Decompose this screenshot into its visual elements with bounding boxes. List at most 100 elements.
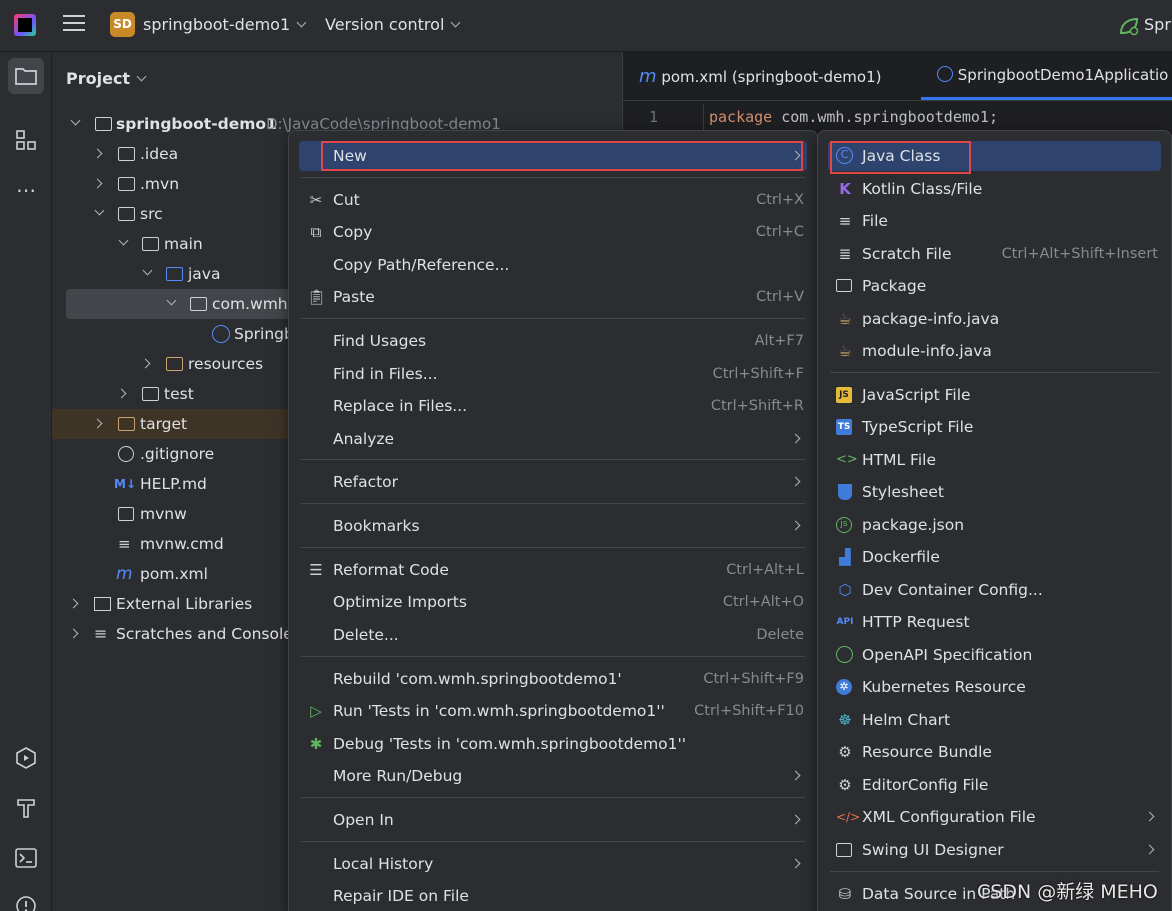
scissors-icon: ✂ [309, 191, 323, 209]
tree-item-label: src [140, 205, 163, 223]
structure-icon[interactable] [8, 122, 44, 158]
tree-item-label: resources [188, 355, 264, 373]
intellij-logo-icon[interactable] [14, 14, 36, 36]
submenu-item-swing-ui[interactable]: Swing UI Designer [828, 835, 1161, 865]
tree-item-label: mvnw [140, 505, 187, 523]
menu-item-label: Cut [333, 191, 360, 209]
folder-icon [118, 147, 135, 161]
menu-item-optimize-imports[interactable]: Optimize Imports Ctrl+Alt+O [299, 587, 807, 617]
submenu-item-kubernetes[interactable]: ✲ Kubernetes Resource [828, 672, 1161, 702]
menu-item-repair-ide[interactable]: Repair IDE on File [299, 881, 807, 911]
tree-item-label: com.wmh. [212, 295, 293, 313]
submenu-item-package-json[interactable]: js package.json [828, 510, 1161, 540]
submenu-item-javascript[interactable]: JS JavaScript File [828, 380, 1161, 410]
submenu-item-html[interactable]: <> HTML File [828, 445, 1161, 475]
submenu-item-editorconfig[interactable]: ⚙ EditorConfig File [828, 770, 1161, 800]
code-line[interactable]: package com.wmh.springbootdemo1; [709, 108, 998, 126]
menu-item-label: HTTP Request [862, 613, 970, 631]
submenu-item-dev-container[interactable]: ⬡ Dev Container Config... [828, 575, 1161, 605]
vcs-menu[interactable]: Version control [325, 15, 461, 34]
build-hammer-icon[interactable] [8, 790, 44, 826]
menu-item-more-run-debug[interactable]: More Run/Debug [299, 761, 807, 791]
chevron-right-icon [140, 358, 151, 369]
scratches-icon: ≡ [94, 624, 108, 643]
terminal-icon[interactable] [8, 840, 44, 876]
more-tools-icon[interactable]: ⋯ [8, 172, 44, 208]
menu-item-find-usages[interactable]: Find Usages Alt+F7 [299, 326, 807, 356]
project-badge[interactable]: SD [110, 12, 135, 37]
openapi-icon [836, 646, 853, 663]
menu-item-label: EditorConfig File [862, 776, 989, 794]
menu-item-label: Debug 'Tests in 'com.wmh.springbootdemo1… [333, 735, 687, 753]
menu-item-copy-path[interactable]: Copy Path/Reference... [299, 250, 807, 280]
menu-item-label: Dev Container Config... [862, 581, 1043, 599]
tab-label: SpringbootDemo1Applicatio [957, 66, 1169, 84]
tab-application[interactable]: SpringbootDemo1Applicatio [937, 66, 1168, 84]
chevron-right-icon [92, 148, 103, 159]
menu-item-shortcut: Ctrl+Shift+R [710, 398, 804, 414]
submenu-item-scratch-file[interactable]: ≣ Scratch File Ctrl+Alt+Shift+Insert [828, 239, 1161, 269]
run-config-label[interactable]: Spri [1144, 15, 1172, 34]
submenu-item-openapi[interactable]: OpenAPI Specification [828, 640, 1161, 670]
services-icon[interactable] [8, 740, 44, 776]
api-icon: API [836, 617, 854, 627]
module-folder-icon [95, 117, 112, 131]
menu-item-debug-tests[interactable]: ✱ Debug 'Tests in 'com.wmh.springbootdemo… [299, 729, 807, 759]
database-icon: ⛁ [838, 885, 852, 903]
menu-item-cut[interactable]: ✂ Cut Ctrl+X [299, 185, 807, 215]
main-menu-icon[interactable] [63, 15, 85, 35]
submenu-item-module-info[interactable]: ☕︎ module-info.java [828, 336, 1161, 366]
project-tool-button[interactable] [8, 58, 44, 94]
menu-item-label: Delete... [333, 626, 399, 644]
submenu-item-package-info[interactable]: ☕︎ package-info.java [828, 304, 1161, 334]
menu-item-label: XML Configuration File [862, 808, 1036, 826]
menu-item-open-in[interactable]: Open In [299, 805, 807, 835]
menu-item-shortcut: Ctrl+Alt+Shift+Insert [1001, 246, 1158, 262]
spring-leaf-icon[interactable] [1118, 16, 1140, 36]
tree-item-label: Springb [234, 325, 294, 343]
tree-item-label: External Libraries [116, 595, 253, 613]
submenu-item-package[interactable]: Package [828, 271, 1161, 301]
menu-item-local-history[interactable]: Local History [299, 849, 807, 879]
reformat-icon: ☰ [309, 561, 323, 579]
menu-separator [301, 841, 805, 842]
submenu-item-dockerfile[interactable]: ▟ Dockerfile [828, 542, 1161, 572]
project-switcher[interactable]: springboot-demo1 [143, 15, 307, 34]
menu-item-paste[interactable]: 📋︎ Paste Ctrl+V [299, 282, 807, 312]
tab-pom-xml[interactable]: m pom.xml (springboot-demo1) [639, 66, 882, 87]
menu-item-analyze[interactable]: Analyze [299, 424, 807, 454]
chevron-right-icon [68, 628, 79, 639]
menu-item-label: Copy [333, 223, 373, 241]
chevron-right-icon [790, 476, 801, 487]
submenu-item-typescript[interactable]: TS TypeScript File [828, 412, 1161, 442]
tree-item-target[interactable]: target [52, 409, 288, 439]
submenu-item-resource-bundle[interactable]: ⚙ Resource Bundle [828, 737, 1161, 767]
menu-item-refactor[interactable]: Refactor [299, 467, 807, 497]
menu-item-replace-in-files[interactable]: Replace in Files... Ctrl+Shift+R [299, 391, 807, 421]
menu-item-run-tests[interactable]: ▷ Run 'Tests in 'com.wmh.springbootdemo1'… [299, 696, 807, 726]
menu-item-shortcut: Ctrl+Shift+F10 [694, 703, 804, 719]
menu-item-label: Scratch File [862, 245, 952, 263]
submenu-item-http-request[interactable]: API HTTP Request [828, 607, 1161, 637]
menu-item-label: Refactor [333, 473, 399, 491]
submenu-item-kotlin[interactable]: K Kotlin Class/File [828, 174, 1161, 204]
menu-item-rebuild[interactable]: Rebuild 'com.wmh.springbootdemo1' Ctrl+Sh… [299, 664, 807, 694]
submenu-item-file[interactable]: ≡ File [828, 206, 1161, 236]
problems-icon[interactable] [8, 888, 44, 911]
menu-item-label: Kubernetes Resource [862, 678, 1026, 696]
line-number: 1 [649, 108, 659, 126]
copy-icon: ⧉ [310, 223, 322, 241]
javascript-icon: JS [836, 387, 852, 403]
menu-item-delete[interactable]: Delete... Delete [299, 620, 807, 650]
submenu-item-stylesheet[interactable]: Stylesheet [828, 477, 1161, 507]
source-folder-icon [166, 267, 183, 281]
menu-item-find-in-files[interactable]: Find in Files... Ctrl+Shift+F [299, 359, 807, 389]
menu-item-reformat-code[interactable]: ☰ Reformat Code Ctrl+Alt+L [299, 555, 807, 585]
submenu-item-xml-config[interactable]: </> XML Configuration File [828, 802, 1161, 832]
menu-item-copy[interactable]: ⧉ Copy Ctrl+C [299, 217, 807, 247]
chevron-down-icon [94, 205, 105, 216]
project-panel-title[interactable]: Project [66, 69, 147, 88]
submenu-item-helm-chart[interactable]: ☸ Helm Chart [828, 705, 1161, 735]
menu-item-bookmarks[interactable]: Bookmarks [299, 511, 807, 541]
tree-item-package-selected[interactable]: com.wmh. [66, 289, 306, 319]
